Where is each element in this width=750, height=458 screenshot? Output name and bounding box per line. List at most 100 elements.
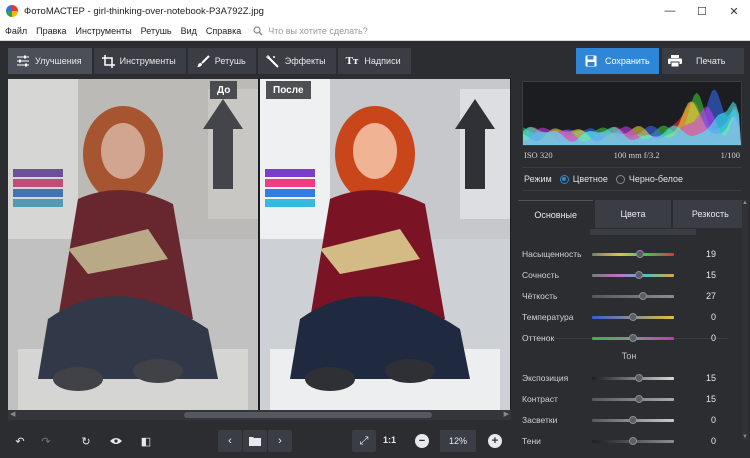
radio-bw-label[interactable]: Черно-белое — [629, 174, 683, 184]
magic-wand-icon — [265, 54, 279, 68]
brush-icon — [196, 54, 210, 67]
search-box[interactable]: Что вы хотите сделать? — [253, 26, 368, 36]
slider-knob[interactable] — [634, 270, 643, 279]
menu-help[interactable]: Справка — [201, 26, 245, 36]
tab-label: Надписи — [364, 56, 401, 66]
slider-value: 0 — [710, 312, 716, 322]
app-logo-icon — [6, 5, 18, 17]
adjustments-panel: ISO 320 100 mm f/3.2 1/100 Режим Цветное… — [514, 79, 750, 458]
tab-retouch[interactable]: Ретушь — [187, 48, 256, 74]
menu-file[interactable]: Файл — [0, 26, 31, 36]
view-toggle-button[interactable] — [104, 430, 128, 452]
slider-value: 15 — [705, 394, 716, 404]
menu-edit[interactable]: Правка — [31, 26, 70, 36]
slider-value: 19 — [705, 249, 716, 259]
slider-label: Чёткость — [522, 291, 558, 301]
rotate-button[interactable]: ↻ — [74, 430, 98, 452]
histogram-chart — [523, 89, 741, 145]
prev-photo-button[interactable]: ‹ — [218, 430, 242, 452]
slider-row: Засветки 0 — [522, 410, 744, 430]
slider-knob[interactable] — [634, 373, 643, 382]
save-button[interactable]: Сохранить — [576, 48, 659, 74]
panel-scroll-indicator — [590, 229, 696, 235]
minus-icon: − — [415, 434, 429, 448]
scroll-right-icon[interactable]: ▶ — [504, 410, 509, 418]
horizontal-scrollbar[interactable]: ◀ ▶ — [8, 410, 511, 420]
menu-retouch[interactable]: Ретушь — [136, 26, 176, 36]
zoom-in-button[interactable]: + — [485, 430, 505, 452]
slider-track[interactable] — [592, 249, 674, 258]
slider-track[interactable] — [592, 333, 674, 342]
tab-enhancements[interactable]: Улучшения — [8, 48, 92, 74]
text-icon: Tт — [345, 55, 359, 67]
slider-track[interactable] — [592, 312, 674, 321]
slider-knob[interactable] — [629, 333, 637, 342]
minimize-button[interactable]: — — [654, 0, 686, 22]
tab-tools[interactable]: Инструменты — [93, 48, 186, 74]
slider-row: Насыщенность 19 — [522, 244, 744, 264]
menu-tools[interactable]: Инструменты — [71, 26, 136, 36]
slider-value: 15 — [705, 270, 716, 280]
slider-track[interactable] — [592, 373, 674, 382]
scroll-left-icon[interactable]: ◀ — [10, 410, 15, 418]
fit-screen-button[interactable]: ⤢ — [352, 430, 376, 452]
redo-button[interactable]: ↷ — [34, 430, 58, 452]
search-placeholder[interactable]: Что вы хотите сделать? — [268, 26, 368, 36]
scroll-down-icon[interactable]: ▼ — [742, 434, 748, 440]
before-photo-image — [8, 79, 258, 410]
photo-preview[interactable]: До После — [8, 79, 511, 410]
radio-color[interactable] — [559, 174, 569, 184]
slider-track[interactable] — [592, 291, 674, 300]
menu-bar: Файл Правка Инструменты Ретушь Вид Справ… — [0, 22, 750, 41]
toolbar: Улучшения Инструменты Ретушь Эффекты Tт … — [0, 41, 750, 79]
tab-label: Улучшения — [35, 56, 82, 66]
undo-button[interactable]: ↶ — [8, 430, 32, 452]
radio-bw[interactable] — [615, 174, 625, 184]
slider-track[interactable] — [592, 270, 674, 279]
slider-knob[interactable] — [629, 436, 637, 445]
before-label: До — [210, 81, 238, 99]
maximize-button[interactable]: ☐ — [686, 0, 718, 22]
panel-scrollbar[interactable]: ▲ ▼ — [742, 200, 748, 440]
before-photo[interactable]: До — [8, 79, 258, 410]
slider-track[interactable] — [592, 436, 674, 445]
slider-knob[interactable] — [629, 415, 637, 424]
scrollbar-thumb[interactable] — [184, 412, 432, 418]
tab-label: Инструменты — [119, 56, 176, 66]
slider-track[interactable] — [592, 394, 674, 403]
scroll-up-icon[interactable]: ▲ — [742, 200, 748, 206]
tab-effects[interactable]: Эффекты — [257, 48, 336, 74]
close-button[interactable]: ✕ — [718, 0, 750, 22]
zoom-out-button[interactable]: − — [412, 430, 432, 452]
slider-value: 0 — [710, 415, 716, 425]
actual-size-button[interactable]: 1:1 — [383, 435, 396, 445]
subtab-basic[interactable]: Основные — [518, 200, 594, 228]
slider-row: Сочность 15 — [522, 265, 744, 285]
next-photo-button[interactable]: › — [268, 430, 292, 452]
slider-label: Тени — [522, 436, 541, 446]
tab-captions[interactable]: Tт Надписи — [337, 48, 411, 74]
title-bar: ФотоМАСТЕР - girl-thinking-over-notebook… — [0, 0, 750, 22]
slider-knob[interactable] — [638, 291, 647, 300]
slider-knob[interactable] — [634, 394, 643, 403]
slider-knob[interactable] — [635, 249, 644, 258]
open-folder-button[interactable] — [243, 430, 267, 452]
slider-knob[interactable] — [629, 312, 637, 321]
compare-button[interactable]: ◧ — [134, 430, 158, 452]
radio-color-label[interactable]: Цветное — [573, 174, 608, 184]
slider-label: Насыщенность — [522, 249, 582, 259]
slider-row: Температура 0 — [522, 307, 744, 327]
after-photo[interactable]: После — [260, 79, 510, 410]
slider-row: Чёткость 27 — [522, 286, 744, 306]
slider-track[interactable] — [592, 415, 674, 424]
slider-value: 15 — [705, 373, 716, 383]
subtab-colors[interactable]: Цвета — [595, 200, 671, 228]
slider-label: Контраст — [522, 394, 558, 404]
zoom-level[interactable]: 12% — [440, 430, 476, 452]
folder-icon — [249, 437, 261, 446]
slider-label: Температура — [522, 312, 574, 322]
menu-view[interactable]: Вид — [176, 26, 201, 36]
print-button[interactable]: Печать — [662, 48, 744, 74]
subtab-sharpness[interactable]: Резкость — [672, 200, 748, 228]
slider-value: 27 — [705, 291, 716, 301]
